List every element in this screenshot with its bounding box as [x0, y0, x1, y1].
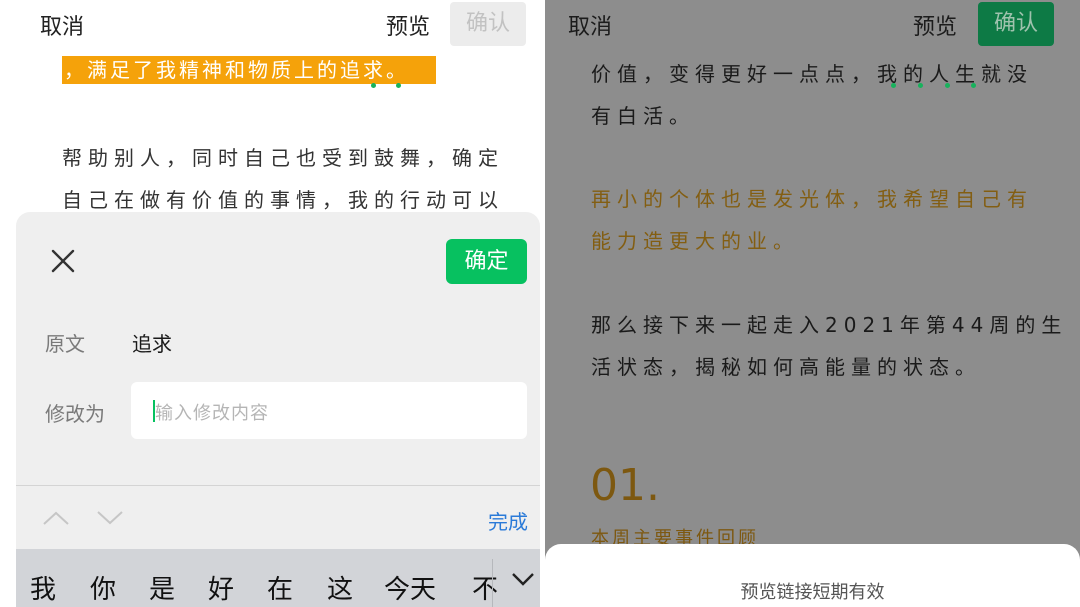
done-button[interactable]: 完成 — [488, 506, 528, 535]
highlighted-text[interactable]: ，满足了我精神和物质上的追求。 — [62, 56, 436, 84]
typo-marker-dot — [918, 83, 923, 88]
left-editor-panel: 取消 预览 确认 ，满足了我精神和物质上的追求。 帮助别人，同时自己也受到鼓舞，… — [0, 0, 540, 607]
candidate-divider — [492, 559, 493, 607]
article-line: 那么接下来一起走入2021年第44周的生 — [591, 313, 1068, 337]
chevron-up-icon[interactable] — [42, 508, 70, 528]
candidate-word[interactable]: 是 — [149, 569, 175, 606]
cancel-button[interactable]: 取消 — [568, 9, 612, 41]
candidate-word[interactable]: 今天 — [384, 569, 436, 606]
candidate-word[interactable]: 这 — [327, 569, 353, 606]
original-label: 原文 — [45, 332, 85, 356]
edit-sheet: 确定 原文 追求 修改为 输入修改内容 完成 我 你 是 好 在 这 今天 不 — [16, 212, 540, 607]
modify-input-placeholder: 输入修改内容 — [155, 403, 269, 424]
ok-button[interactable]: 确定 — [446, 239, 527, 284]
confirm-button[interactable]: 确认 — [978, 2, 1055, 46]
preview-link-note: 预览链接短期有效 — [740, 582, 885, 603]
modify-input[interactable]: 输入修改内容 — [131, 382, 527, 439]
keyboard-collapse-icon[interactable] — [510, 569, 536, 589]
typo-marker-dot — [971, 83, 976, 88]
chevron-down-icon[interactable] — [96, 508, 124, 528]
typo-marker-dot — [891, 83, 896, 88]
ime-candidate-bar: 我 你 是 好 在 这 今天 不 — [16, 549, 540, 607]
candidate-word[interactable]: 好 — [208, 569, 234, 606]
typo-marker-dot — [371, 83, 376, 88]
keyboard-toolbar-divider — [16, 485, 540, 486]
close-icon[interactable] — [50, 248, 76, 274]
cancel-button[interactable]: 取消 — [40, 9, 84, 41]
typo-marker-dot — [396, 83, 401, 88]
candidate-word[interactable]: 在 — [267, 569, 293, 606]
left-top-bar: 取消 预览 确认 — [0, 0, 540, 48]
typo-marker-dot — [945, 83, 950, 88]
article-line: 帮助别人，同时自己也受到鼓舞，确定 — [62, 146, 504, 170]
article-line: 价值，变得更好一点点，我的人生就没 — [591, 62, 1033, 86]
candidate-word[interactable]: 不 — [472, 569, 498, 606]
article-line-emphasis: 再小的个体也是发光体，我希望自己有 — [591, 187, 1033, 211]
preview-link-sheet: 预览链接短期有效 — [545, 544, 1080, 607]
candidate-word[interactable]: 你 — [90, 569, 116, 606]
confirm-button-disabled[interactable]: 确认 — [450, 2, 527, 46]
right-preview-panel: 取消 预览 确认 价值，变得更好一点点，我的人生就没 有白活。 再小的个体也是发… — [545, 0, 1080, 607]
original-value: 追求 — [132, 332, 172, 356]
preview-button[interactable]: 预览 — [386, 9, 430, 41]
modify-label: 修改为 — [45, 402, 105, 426]
right-top-bar: 取消 预览 确认 — [545, 0, 1080, 48]
preview-button[interactable]: 预览 — [913, 9, 957, 41]
article-line: 活状态，揭秘如何高能量的状态。 — [591, 355, 981, 379]
article-line-emphasis: 能力造更大的业。 — [591, 229, 799, 253]
article-line: 有白活。 — [591, 104, 695, 128]
section-number: 01. — [590, 460, 660, 511]
article-line: 自己在做有价值的事情，我的行动可以 — [62, 188, 504, 212]
candidate-word[interactable]: 我 — [30, 569, 56, 606]
